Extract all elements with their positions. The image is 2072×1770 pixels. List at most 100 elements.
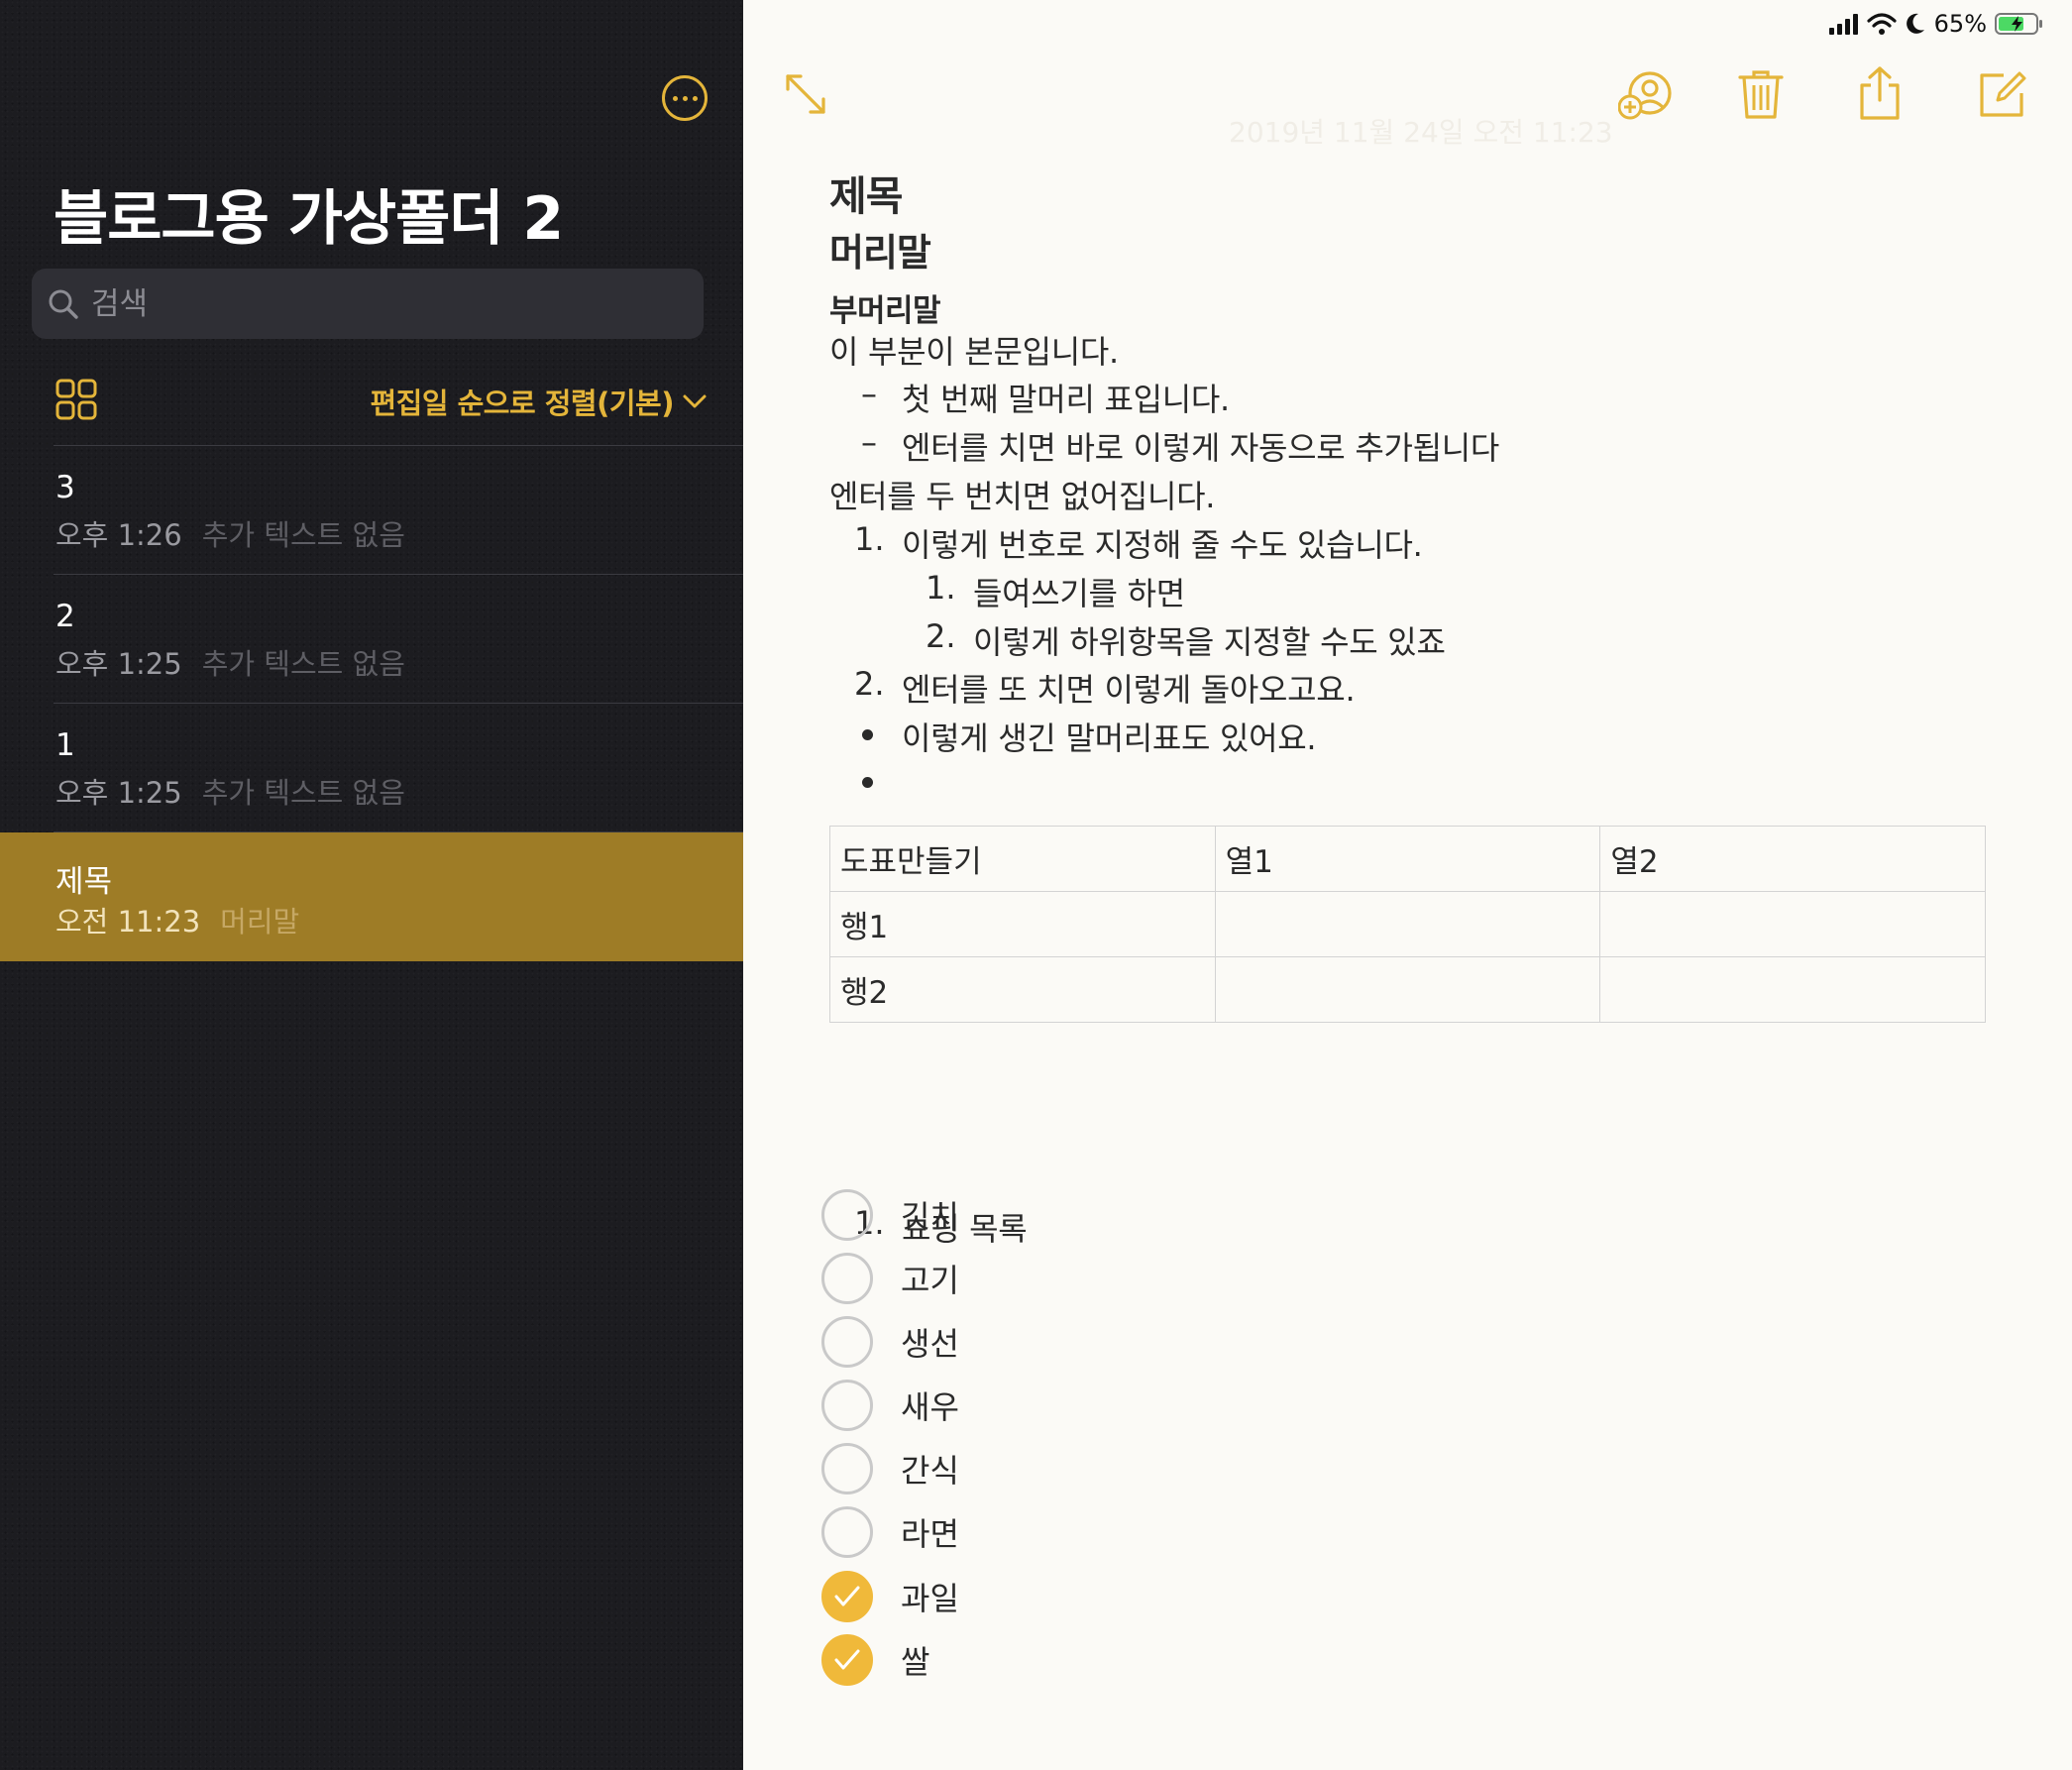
- checklist-label: 새우: [901, 1388, 959, 1426]
- note-preview: 추가 텍스트 없음: [201, 776, 405, 810]
- sidebar: 블로그용 가상폴더 2 편집일 순으로 정렬(기본) 3 오후 1:26 추가 텍…: [0, 0, 743, 1770]
- add-person-icon[interactable]: [1618, 69, 1676, 121]
- dash-marker: –: [861, 423, 877, 461]
- checkbox-unchecked-icon[interactable]: [821, 1380, 873, 1431]
- note-time: 오전 11:23: [55, 905, 201, 939]
- table-cell[interactable]: [1214, 956, 1601, 1023]
- checklist-label: 쌀: [901, 1643, 930, 1681]
- note-title-text: 제목: [829, 172, 903, 220]
- checkbox-unchecked-icon[interactable]: [821, 1253, 873, 1304]
- sort-label: 편집일 순으로 정렬(기본): [370, 387, 674, 420]
- checkbox-unchecked-icon[interactable]: [821, 1189, 873, 1241]
- note-table[interactable]: 도표만들기 열1 열2 행1 행2: [829, 826, 1986, 1023]
- note-preview: 추가 텍스트 없음: [201, 647, 405, 681]
- table-cell[interactable]: 열1: [1214, 826, 1601, 892]
- note-title: 제목: [55, 864, 113, 900]
- checkbox-unchecked-icon[interactable]: [821, 1506, 873, 1558]
- checklist-item[interactable]: 새우: [821, 1378, 959, 1433]
- dash-marker: –: [861, 375, 877, 412]
- do-not-disturb-moon-icon: [1906, 13, 1924, 34]
- checklist-item[interactable]: 과일: [821, 1569, 959, 1624]
- bullet-dot: [862, 729, 873, 740]
- search-icon: [49, 289, 78, 319]
- checkmark-icon: [834, 1649, 860, 1670]
- checklist-item[interactable]: 생선: [821, 1314, 959, 1370]
- chevron-down-icon: [683, 394, 707, 408]
- note-date: 2019년 11월 24일 오전 11:23: [1229, 116, 1613, 149]
- checklist-label: 라면: [901, 1515, 959, 1553]
- checklist-label: 간식: [901, 1452, 959, 1490]
- ellipsis-icon: [672, 95, 678, 101]
- body-text: 이 부분이 본문입니다.: [829, 333, 1119, 371]
- numbered-item: 이렇게 번호로 지정해 줄 수도 있습니다.: [902, 526, 1423, 564]
- folder-title: 블로그용 가상폴더 2: [54, 184, 564, 254]
- numbered-subitem: 들여쓰기를 하면: [973, 575, 1185, 612]
- list-number: 1.: [854, 520, 885, 558]
- table-cell[interactable]: [1599, 956, 1986, 1023]
- table-cell[interactable]: 행1: [829, 891, 1216, 957]
- dash-item: 첫 번째 말머리 표입니다.: [902, 381, 1230, 418]
- table-header-row: 도표만들기 열1 열2: [829, 826, 1986, 892]
- checklist-item[interactable]: 라면: [821, 1504, 959, 1560]
- table-cell[interactable]: 행2: [829, 956, 1216, 1023]
- note-time: 오후 1:25: [55, 776, 182, 810]
- battery-charging-icon: [1995, 13, 2042, 35]
- list-number: 2.: [854, 665, 885, 703]
- table-cell[interactable]: 열2: [1599, 826, 1986, 892]
- note-title: 1: [55, 727, 75, 763]
- checkbox-unchecked-icon[interactable]: [821, 1443, 873, 1494]
- checklist-item[interactable]: 쌀: [821, 1632, 929, 1688]
- note-heading: 머리말: [829, 231, 931, 275]
- table-cell[interactable]: [1214, 891, 1601, 957]
- numbered-item: 엔터를 또 치면 이렇게 돌아오고요.: [902, 671, 1356, 709]
- note-title: 2: [55, 599, 75, 634]
- status-bar: 65%: [1828, 8, 2044, 40]
- body-text: 엔터를 두 번치면 없어집니다.: [829, 478, 1216, 515]
- gallery-view-icon[interactable]: [55, 379, 97, 420]
- note-time: 오후 1:25: [55, 647, 182, 681]
- numbered-subitem: 이렇게 하위항목을 지정할 수도 있죠: [973, 623, 1446, 661]
- note-preview: 머리말: [220, 905, 300, 939]
- note-list-item[interactable]: 3 오후 1:26 추가 텍스트 없음: [0, 446, 743, 575]
- checklist-label: 생선: [901, 1325, 959, 1363]
- checklist-item[interactable]: 김치: [821, 1187, 959, 1243]
- battery-percentage: 65%: [1933, 10, 1987, 38]
- note-list-item-selected[interactable]: 제목 오전 11:23 머리말: [0, 832, 743, 961]
- trash-icon[interactable]: [1738, 69, 1784, 121]
- notes-list: 3 오후 1:26 추가 텍스트 없음 2 오후 1:25 추가 텍스트 없음 1 …: [0, 446, 743, 961]
- more-options-button[interactable]: [662, 75, 708, 121]
- note-preview: 추가 텍스트 없음: [201, 518, 405, 552]
- share-icon[interactable]: [1857, 65, 1903, 121]
- checkbox-unchecked-icon[interactable]: [821, 1316, 873, 1368]
- checkmark-icon: [834, 1586, 860, 1606]
- note-list-item[interactable]: 2 오후 1:25 추가 텍스트 없음: [0, 575, 743, 704]
- table-cell[interactable]: [1599, 891, 1986, 957]
- list-number: 1.: [926, 569, 956, 607]
- note-editor: 65% 2019년 11월 24일 오전 11:23 제목 머리말 부머리말 이…: [743, 0, 2072, 1770]
- bullet-item: 이렇게 생긴 말머리표도 있어요.: [902, 719, 1317, 757]
- dash-item: 엔터를 치면 바로 이렇게 자동으로 추가됩니다: [902, 429, 1500, 467]
- checklist-label: 고기: [901, 1262, 959, 1299]
- checkbox-checked-icon[interactable]: [821, 1571, 873, 1622]
- note-title: 3: [55, 470, 75, 505]
- checklist-item[interactable]: 간식: [821, 1441, 959, 1496]
- cellular-signal-icon: [1828, 14, 1858, 35]
- bullet-dot-empty: [862, 777, 873, 788]
- table-row: 행1: [829, 891, 1986, 957]
- checklist-label: 과일: [901, 1580, 959, 1617]
- compose-icon[interactable]: [1978, 69, 2027, 119]
- checklist-label: 김치: [901, 1198, 959, 1236]
- expand-arrows-icon[interactable]: [783, 71, 828, 117]
- note-list-item[interactable]: 1 오후 1:25 추가 텍스트 없음: [0, 704, 743, 832]
- table-cell[interactable]: 도표만들기: [829, 826, 1216, 892]
- checkbox-checked-icon[interactable]: [821, 1634, 873, 1686]
- note-subheading: 부머리말: [829, 293, 941, 329]
- wifi-icon: [1867, 13, 1897, 35]
- note-time: 오후 1:26: [55, 518, 182, 552]
- search-bar[interactable]: [32, 269, 704, 339]
- table-row: 행2: [829, 956, 1986, 1023]
- checklist-item[interactable]: 고기: [821, 1251, 959, 1306]
- sort-button[interactable]: 편집일 순으로 정렬(기본): [370, 381, 708, 422]
- list-number: 2.: [926, 617, 956, 655]
- search-input[interactable]: [91, 285, 646, 322]
